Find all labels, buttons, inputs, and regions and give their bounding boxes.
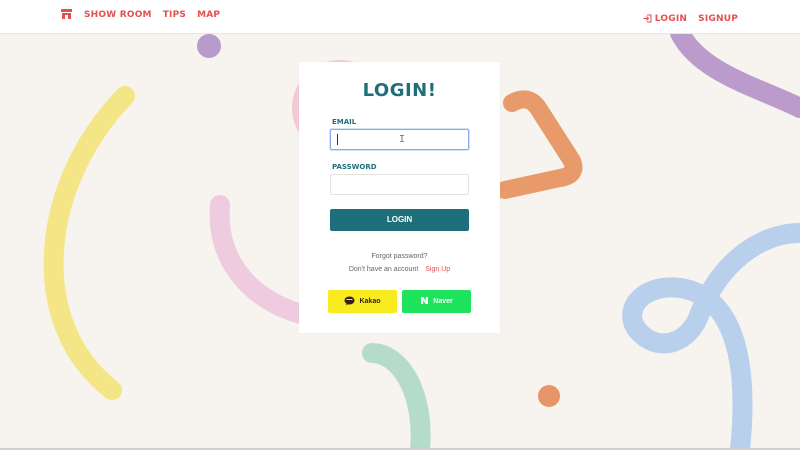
kakao-chat-icon: [344, 296, 355, 308]
green-arc: [362, 343, 431, 450]
password-input[interactable]: [330, 174, 469, 195]
kakao-label: Kakao: [359, 298, 381, 305]
orange-triangle: [496, 90, 583, 199]
text-caret: [337, 134, 338, 145]
signup-prompt: Don't have an account Sign Up: [299, 266, 500, 273]
purple-dot: [197, 34, 221, 58]
naver-login-button[interactable]: Naver: [402, 290, 471, 313]
kakao-login-button[interactable]: Kakao: [328, 290, 397, 313]
top-navigation-bar: SHOW ROOM TIPS MAP LOGIN SIGNUP: [0, 0, 800, 34]
login-arrow-icon: [643, 10, 652, 28]
nav-login[interactable]: LOGIN: [643, 10, 687, 28]
yellow-arc: [43, 86, 135, 400]
nav-right: LOGIN SIGNUP: [643, 10, 738, 28]
store-icon[interactable]: [60, 8, 73, 21]
password-label: PASSWORD: [332, 163, 377, 171]
ibeam-cursor-icon: I: [399, 134, 406, 145]
blue-loop: [622, 223, 800, 450]
login-title: LOGIN!: [362, 80, 437, 101]
no-account-text: Don't have an account: [348, 266, 419, 273]
orange-dot: [538, 385, 560, 407]
nav-map[interactable]: MAP: [197, 10, 220, 20]
login-button[interactable]: LOGIN: [330, 209, 469, 231]
signup-link[interactable]: Sign Up: [425, 266, 450, 273]
forgot-password-link[interactable]: Forgot password?: [299, 253, 500, 260]
login-card: LOGIN! EMAIL I PASSWORD LOGIN Forgot pas…: [299, 62, 500, 333]
nav-left: SHOW ROOM TIPS MAP: [60, 8, 220, 21]
email-input[interactable]: I: [330, 129, 469, 150]
nav-signup[interactable]: SIGNUP: [698, 14, 738, 24]
email-label: EMAIL: [332, 118, 357, 126]
nav-login-label[interactable]: LOGIN: [655, 14, 687, 24]
nav-tips[interactable]: TIPS: [163, 10, 186, 20]
naver-n-icon: [420, 296, 429, 307]
naver-label: Naver: [433, 298, 453, 305]
purple-band: [670, 33, 800, 118]
nav-show-room[interactable]: SHOW ROOM: [84, 10, 152, 20]
